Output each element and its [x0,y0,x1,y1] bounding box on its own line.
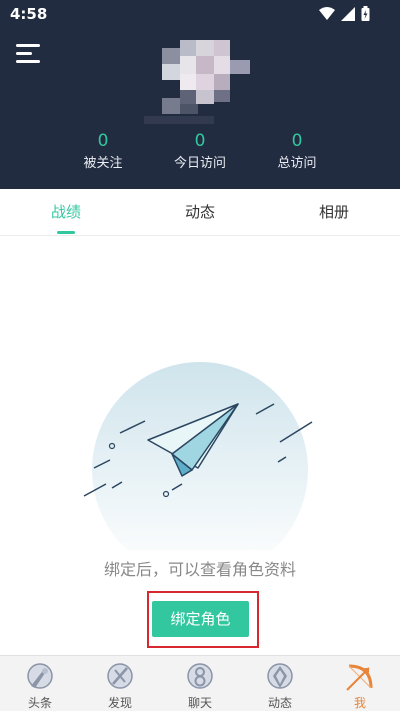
nav-label: 头条 [27,696,52,710]
status-bar: 4:58 [0,0,400,28]
status-icons [319,6,370,21]
bind-character-button[interactable]: 绑定角色 [152,601,249,637]
nav-label: 发现 [107,696,132,710]
stat-today-visits[interactable]: 0 今日访问 [145,130,255,174]
menu-button[interactable] [16,44,40,64]
nav-item-feed[interactable]: 动态 [240,656,320,711]
feed-icon [267,663,293,689]
nav-item-chat[interactable]: 聊天 [160,656,240,711]
chat-icon [187,663,213,689]
profile-stats: 0 被关注 0 今日访问 0 总访问 [0,130,400,178]
battery-icon [361,6,370,21]
stat-label: 被关注 [83,156,123,171]
stat-label: 今日访问 [173,156,226,171]
stat-value: 0 [194,131,206,151]
empty-state-message: 绑定后，可以查看角色资料 [103,560,296,579]
avatar[interactable] [140,28,260,128]
profile-tabs: 战绩 动态 相册 [0,189,400,236]
bottom-nav: 头条 发现 聊天 动态 我 [0,655,400,711]
active-tab-indicator [57,231,75,234]
wifi-icon [319,6,335,20]
stat-total-visits[interactable]: 0 总访问 [242,130,352,174]
nav-item-me[interactable]: 我 [320,656,400,711]
tab-album[interactable]: 相册 [279,189,389,235]
stat-value: 0 [97,131,109,151]
profile-header: 4:58 0 被关注 0 今日访问 0 总访问 [0,0,400,189]
status-time: 4:58 [10,5,48,23]
stat-label: 总访问 [277,156,317,171]
discover-icon [107,663,133,689]
me-bow-icon [346,664,373,691]
tab-record[interactable]: 战绩 [11,189,121,235]
tab-feed[interactable]: 动态 [145,189,255,235]
nav-label: 我 [353,696,366,710]
nav-label: 动态 [267,696,292,710]
headline-icon [27,663,53,689]
paper-plane-illustration [83,362,313,550]
stat-followers[interactable]: 0 被关注 [48,130,158,174]
stat-value: 0 [291,131,303,151]
nav-item-headline[interactable]: 头条 [0,656,80,711]
signal-icon [341,6,355,21]
nav-label: 聊天 [187,696,212,710]
nav-item-discover[interactable]: 发现 [80,656,160,711]
